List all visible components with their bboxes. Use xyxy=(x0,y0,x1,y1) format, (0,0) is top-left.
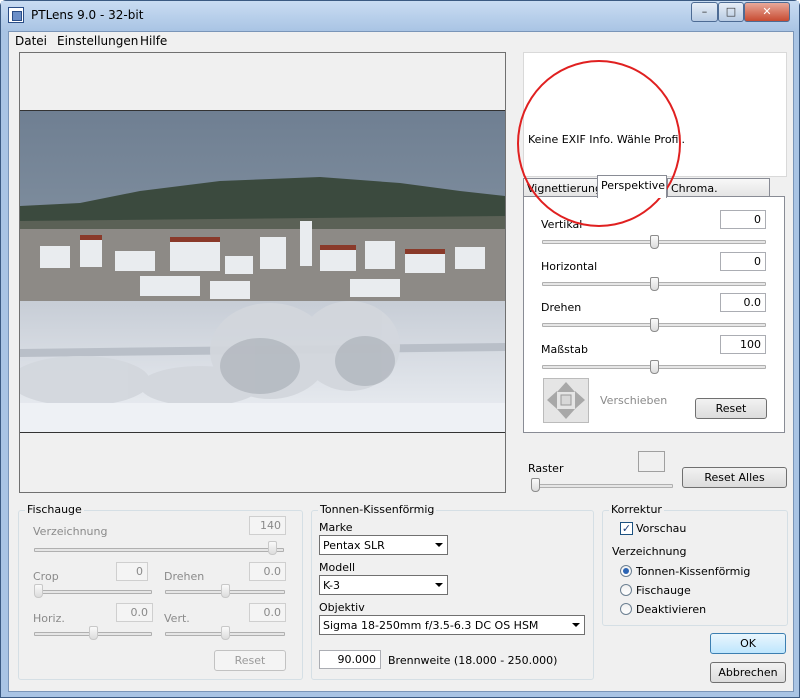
horiz-label: Horiz. xyxy=(33,612,65,625)
horiz-slider-thumb[interactable] xyxy=(88,626,98,640)
model-select-value: K-3 xyxy=(323,579,341,592)
rotate-label: Drehen xyxy=(541,301,582,314)
focal-length-input[interactable]: 90.000 xyxy=(319,650,381,669)
fisheye-title: Fischauge xyxy=(25,503,84,516)
lens-label: Objektiv xyxy=(319,601,365,614)
arrow-right-icon[interactable] xyxy=(575,391,585,409)
reset-all-button[interactable]: Reset Alles xyxy=(682,467,787,488)
annotation-circle xyxy=(517,60,681,227)
crop-input[interactable]: 0 xyxy=(116,562,148,581)
image-preview[interactable] xyxy=(19,52,506,493)
arrow-left-icon[interactable] xyxy=(547,391,557,409)
radio-disable-label: Deaktivieren xyxy=(636,603,707,616)
client-area: Datei Einstellungen Hilfe Keine EXIF Inf… xyxy=(8,31,794,692)
crop-slider-thumb[interactable] xyxy=(34,584,43,598)
distortion-mode-label: Verzeichnung xyxy=(612,545,687,558)
fisheye-reset-button[interactable]: Reset xyxy=(214,650,286,671)
preview-checkbox[interactable]: ✓ xyxy=(620,522,633,535)
lens-select-value: Sigma 18-250mm f/3.5-6.3 DC OS HSM xyxy=(323,619,539,632)
shift-pad[interactable] xyxy=(543,378,589,423)
app-window: PTLens 9.0 - 32-bit – □ ✕ Datei Einstell… xyxy=(0,0,800,698)
correction-title: Korrektur xyxy=(609,503,664,516)
scale-label: Maßstab xyxy=(541,343,588,356)
minimize-button[interactable]: – xyxy=(691,2,718,22)
menu-einstellungen[interactable]: Einstellungen xyxy=(57,34,138,48)
chevron-down-icon xyxy=(435,543,443,547)
vertical-input[interactable]: 0 xyxy=(720,210,766,229)
radio-fisheye[interactable] xyxy=(620,584,632,596)
radio-barrel[interactable] xyxy=(620,565,632,577)
fisheye-rotate-label: Drehen xyxy=(164,570,205,583)
make-label: Marke xyxy=(319,521,353,534)
chevron-down-icon xyxy=(435,583,443,587)
preview-label: Vorschau xyxy=(636,522,687,535)
fisheye-distortion-slider-track[interactable] xyxy=(34,548,284,552)
vert-slider-thumb[interactable] xyxy=(220,626,230,640)
horizontal-input[interactable]: 0 xyxy=(720,252,766,271)
rotate-slider-thumb[interactable] xyxy=(649,318,659,332)
radio-barrel-label: Tonnen-Kissenförmig xyxy=(636,565,751,578)
fisheye-distortion-slider-thumb[interactable] xyxy=(267,541,277,555)
arrow-up-icon[interactable] xyxy=(557,382,575,392)
menu-bar: Datei Einstellungen Hilfe xyxy=(9,32,793,50)
tab-chroma-aberration[interactable]: Chroma. Aberration xyxy=(667,178,770,208)
shift-label: Verschieben xyxy=(600,394,668,407)
vertical-slider-thumb[interactable] xyxy=(649,235,659,249)
horiz-input[interactable]: 0.0 xyxy=(116,603,153,622)
horizontal-label: Horizontal xyxy=(541,260,598,273)
radio-disable[interactable] xyxy=(620,603,632,615)
crop-slider-track[interactable] xyxy=(34,590,152,594)
title-bar[interactable]: PTLens 9.0 - 32-bit – □ ✕ xyxy=(1,1,799,31)
fisheye-distortion-label: Verzeichnung xyxy=(33,525,108,538)
ok-button[interactable]: OK xyxy=(710,633,786,654)
barrel-title: Tonnen-Kissenförmig xyxy=(318,503,437,516)
window-title: PTLens 9.0 - 32-bit xyxy=(31,8,144,22)
arrow-down-icon[interactable] xyxy=(557,409,575,419)
perspective-reset-button[interactable]: Reset xyxy=(695,398,767,419)
crop-label: Crop xyxy=(33,570,59,583)
make-select[interactable]: Pentax SLR xyxy=(319,535,448,555)
raster-label: Raster xyxy=(528,462,564,475)
radio-fisheye-label: Fischauge xyxy=(636,584,691,597)
menu-datei[interactable]: Datei xyxy=(15,34,47,48)
app-icon[interactable] xyxy=(8,7,24,23)
winter-landscape-image xyxy=(20,111,505,432)
preview-photo xyxy=(20,110,505,433)
chevron-down-icon xyxy=(572,623,580,627)
vert-input[interactable]: 0.0 xyxy=(249,603,286,622)
center-icon[interactable] xyxy=(560,394,572,406)
scale-slider-thumb[interactable] xyxy=(649,360,659,374)
cancel-button[interactable]: Abbrechen xyxy=(710,662,786,683)
scale-input[interactable]: 100 xyxy=(720,335,766,354)
fisheye-rotate-input[interactable]: 0.0 xyxy=(249,562,286,581)
raster-color-swatch[interactable] xyxy=(638,451,665,472)
vert-label: Vert. xyxy=(164,612,190,625)
fisheye-distortion-input[interactable]: 140 xyxy=(249,516,286,535)
raster-slider-thumb[interactable] xyxy=(531,478,540,492)
lens-select[interactable]: Sigma 18-250mm f/3.5-6.3 DC OS HSM xyxy=(319,615,585,635)
close-button[interactable]: ✕ xyxy=(744,2,790,22)
tab-perspektive[interactable]: Perspektive xyxy=(597,175,667,198)
menu-hilfe[interactable]: Hilfe xyxy=(140,34,167,48)
horizontal-slider-thumb[interactable] xyxy=(649,277,659,291)
fisheye-rotate-slider-thumb[interactable] xyxy=(220,584,230,598)
model-label: Modell xyxy=(319,561,356,574)
maximize-button[interactable]: □ xyxy=(718,2,744,22)
focal-length-label: Brennweite (18.000 - 250.000) xyxy=(388,654,558,667)
raster-slider-track[interactable] xyxy=(531,484,673,488)
model-select[interactable]: K-3 xyxy=(319,575,448,595)
rotate-input[interactable]: 0.0 xyxy=(720,293,766,312)
make-select-value: Pentax SLR xyxy=(323,539,385,552)
